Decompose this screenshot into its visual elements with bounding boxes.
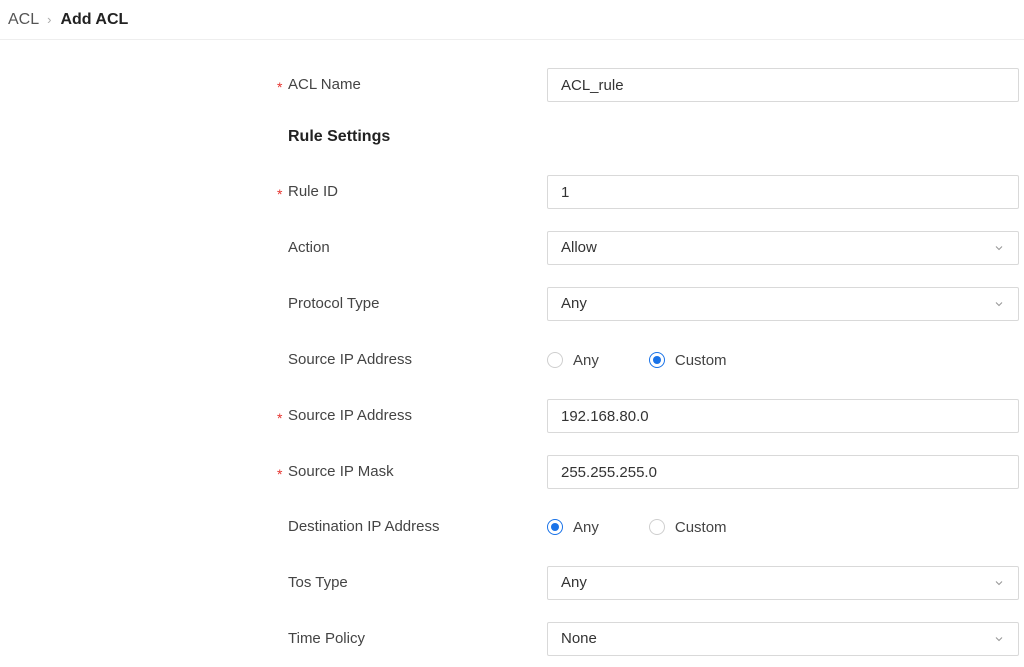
chevron-down-icon bbox=[995, 637, 1003, 642]
chevron-down-icon bbox=[995, 246, 1003, 251]
chevron-down-icon bbox=[995, 581, 1003, 586]
action-row: Action Allow bbox=[0, 231, 1024, 265]
source-ip-custom-label: Custom bbox=[674, 351, 727, 369]
chevron-down-icon bbox=[995, 302, 1003, 307]
source-ip-address-input[interactable] bbox=[547, 399, 1019, 433]
destination-ip-any-label: Any bbox=[573, 518, 599, 536]
radio-unchecked-icon bbox=[648, 519, 665, 535]
acl-name-row: * ACL Name bbox=[0, 68, 1024, 102]
protocol-type-select-value: Any bbox=[561, 295, 587, 312]
required-marker: * bbox=[277, 410, 283, 426]
source-ip-mode-row: Source IP Address Any Custom bbox=[0, 343, 1024, 377]
rule-settings-heading: Rule Settings bbox=[288, 128, 391, 145]
time-policy-label: Time Policy bbox=[288, 630, 365, 647]
add-acl-form: * ACL Name Rule Settings * Rule ID Actio… bbox=[0, 0, 1024, 667]
time-policy-row: Time Policy None bbox=[0, 622, 1024, 656]
source-ip-any-radio[interactable]: Any bbox=[547, 352, 599, 369]
acl-name-input[interactable] bbox=[547, 68, 1019, 102]
tos-type-select[interactable]: Any bbox=[547, 566, 1019, 600]
action-select[interactable]: Allow bbox=[547, 231, 1019, 265]
source-ip-address-label: * Source IP Address bbox=[277, 399, 412, 433]
required-marker: * bbox=[277, 79, 283, 95]
rule-id-input[interactable] bbox=[547, 175, 1019, 209]
destination-ip-any-radio[interactable]: Any bbox=[547, 519, 599, 536]
destination-ip-mode-row: Destination IP Address Any Custom bbox=[0, 510, 1024, 544]
destination-ip-custom-radio[interactable]: Custom bbox=[648, 518, 727, 536]
source-ip-mode-label: Source IP Address bbox=[288, 351, 412, 368]
tos-type-label: Tos Type bbox=[288, 574, 348, 591]
rule-id-row: * Rule ID bbox=[0, 175, 1024, 209]
source-ip-mask-row: * Source IP Mask bbox=[0, 455, 1024, 489]
time-policy-select-value: None bbox=[561, 630, 597, 647]
required-marker: * bbox=[277, 466, 283, 482]
destination-ip-custom-label: Custom bbox=[674, 518, 727, 536]
tos-type-row: Tos Type Any bbox=[0, 566, 1024, 600]
radio-unchecked-icon bbox=[547, 352, 563, 368]
radio-checked-icon bbox=[547, 519, 563, 535]
acl-name-label: * ACL Name bbox=[277, 68, 361, 102]
rule-id-label: * Rule ID bbox=[277, 175, 338, 209]
source-ip-mode-radio-group: Any Custom bbox=[547, 343, 727, 377]
source-ip-address-row: * Source IP Address bbox=[0, 399, 1024, 433]
protocol-type-row: Protocol Type Any bbox=[0, 287, 1024, 321]
protocol-type-label: Protocol Type bbox=[288, 295, 380, 312]
destination-ip-mode-label: Destination IP Address bbox=[288, 518, 440, 535]
radio-checked-icon bbox=[648, 352, 665, 368]
source-ip-any-label: Any bbox=[573, 351, 599, 369]
action-label: Action bbox=[288, 239, 330, 256]
destination-ip-mode-radio-group: Any Custom bbox=[547, 510, 727, 544]
source-ip-mask-input[interactable] bbox=[547, 455, 1019, 489]
time-policy-select[interactable]: None bbox=[547, 622, 1019, 656]
required-marker: * bbox=[277, 186, 283, 202]
tos-type-select-value: Any bbox=[561, 574, 587, 591]
action-select-value: Allow bbox=[561, 239, 597, 256]
source-ip-custom-radio[interactable]: Custom bbox=[648, 351, 727, 369]
protocol-type-select[interactable]: Any bbox=[547, 287, 1019, 321]
source-ip-mask-label: * Source IP Mask bbox=[277, 455, 394, 489]
